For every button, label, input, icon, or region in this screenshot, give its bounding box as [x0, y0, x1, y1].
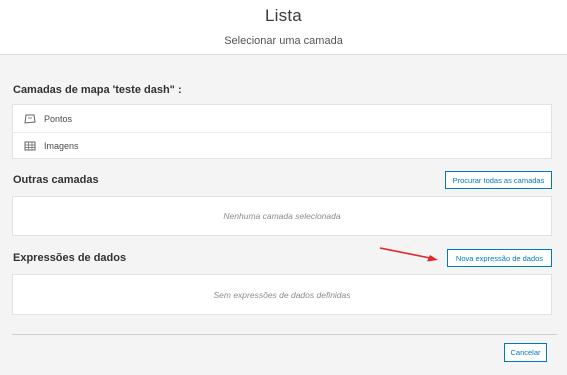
footer-divider [12, 334, 557, 335]
layer-item-pontos[interactable]: Pontos [13, 105, 551, 132]
map-layers-heading: Camadas de mapa 'teste dash" : [13, 84, 182, 96]
dialog-subtitle: Selecionar uma camada [224, 35, 343, 47]
table-layer-icon [24, 140, 36, 152]
polygon-layer-icon [24, 113, 36, 125]
dialog-title: Lista [265, 6, 302, 25]
new-data-expression-button[interactable]: Nova expressão de dados [447, 249, 552, 267]
layer-item-label: Imagens [44, 141, 79, 151]
cancel-button[interactable]: Cancelar [504, 343, 547, 362]
layer-item-label: Pontos [44, 113, 73, 124]
data-expressions-list: Sem expressões de dados definidas [12, 274, 552, 315]
browse-all-layers-button[interactable]: Procurar todas as camadas [445, 171, 552, 189]
other-layers-list: Nenhuma camada selecionada [12, 196, 552, 236]
other-layers-heading: Outras camadas [13, 174, 99, 186]
dialog-header: Lista Selecionar uma camada [0, 0, 567, 55]
annotation-arrow-icon [379, 247, 438, 262]
data-expressions-empty-message: Sem expressões de dados definidas [213, 290, 351, 300]
map-layers-list: Pontos Imagens [12, 104, 552, 159]
data-expressions-heading: Expressões de dados [13, 252, 127, 264]
layer-item-imagens[interactable]: Imagens [13, 132, 551, 159]
other-layers-empty-message: Nenhuma camada selecionada [223, 211, 341, 221]
